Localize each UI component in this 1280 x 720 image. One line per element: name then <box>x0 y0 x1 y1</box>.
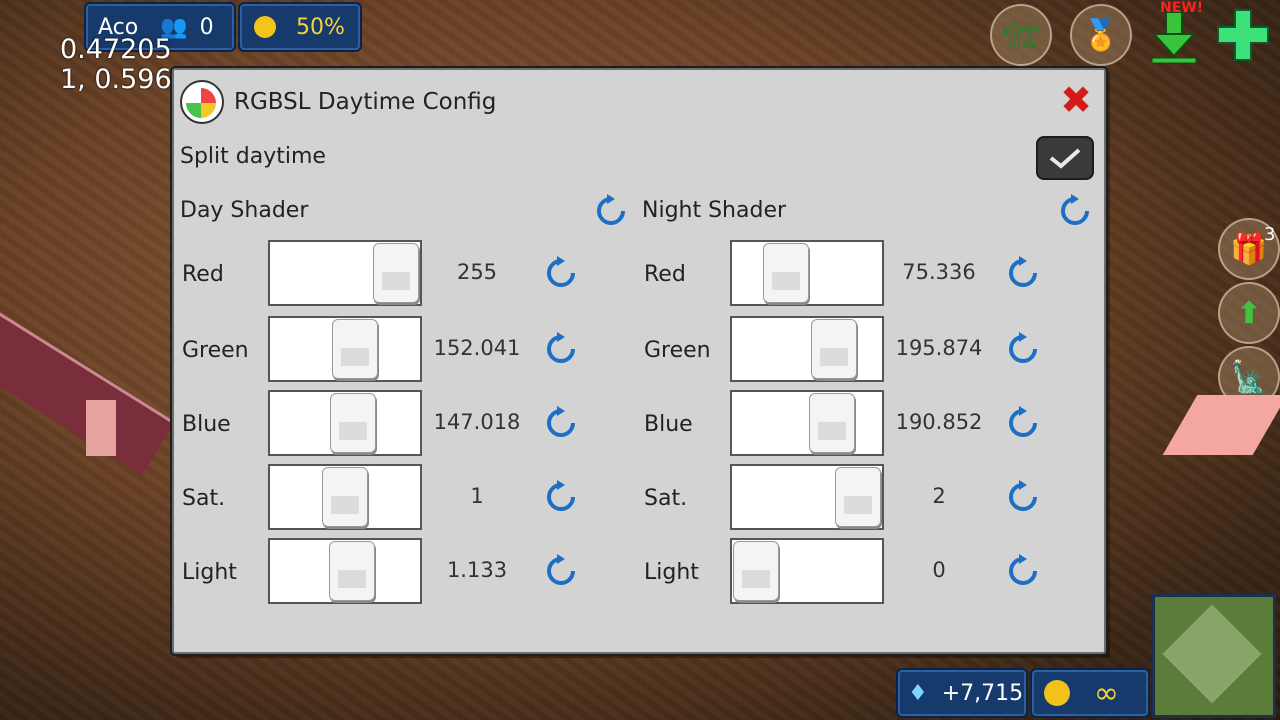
day-row-label: Light <box>182 560 237 585</box>
reset-icon[interactable] <box>1006 554 1040 588</box>
night-red-slider[interactable] <box>730 240 884 306</box>
day-green-slider[interactable] <box>268 316 422 382</box>
gauge-icon <box>180 80 224 124</box>
reset-icon[interactable] <box>1006 480 1040 514</box>
reset-icon[interactable] <box>544 256 578 290</box>
day-row-label: Sat. <box>182 486 226 511</box>
night-sat-slider[interactable] <box>730 464 884 530</box>
reset-icon[interactable] <box>1006 406 1040 440</box>
slider-thumb[interactable] <box>373 243 419 303</box>
diamond-count: +7,715 <box>941 680 1024 706</box>
slider-thumb[interactable] <box>329 393 376 453</box>
coin-icon <box>1044 680 1070 706</box>
day-row-value: 147.018 <box>433 410 521 434</box>
coins-pill[interactable]: ∞ <box>1030 668 1150 718</box>
night-row-label: Green <box>644 338 711 363</box>
day-reset-all-icon[interactable] <box>594 194 628 228</box>
gift-icon: 🎁 <box>1230 231 1268 267</box>
night-row-value: 2 <box>932 484 946 508</box>
close-icon: ✖ <box>1060 78 1092 122</box>
coords-line2: 1, 0.596 <box>60 64 172 95</box>
slider-thumb[interactable] <box>763 243 810 303</box>
close-button[interactable]: ✖ <box>1058 81 1094 119</box>
slider-thumb[interactable] <box>733 541 779 601</box>
night-row-value: 0 <box>932 558 946 582</box>
coords-line1: 0.47205 <box>60 34 172 65</box>
night-row-value: 75.336 <box>902 260 976 284</box>
night-row-label: Sat. <box>644 486 688 511</box>
day-blue-slider[interactable] <box>268 390 422 456</box>
reset-icon[interactable] <box>1006 256 1040 290</box>
day-row-value: 255 <box>456 260 498 284</box>
plus-icon <box>1217 9 1269 61</box>
statue-icon: 🗽 <box>1230 359 1268 395</box>
reset-icon[interactable] <box>544 480 578 514</box>
minimap[interactable] <box>1152 594 1276 718</box>
smiley-icon <box>254 16 276 38</box>
day-red-slider[interactable] <box>268 240 422 306</box>
minimap-diamond <box>1162 604 1262 704</box>
night-blue-slider[interactable] <box>730 390 884 456</box>
reset-icon[interactable] <box>544 554 578 588</box>
split-daytime-checkbox[interactable] <box>1036 136 1094 180</box>
up-arrow-icon: ⬆ <box>1236 295 1262 331</box>
checkmark-icon <box>1049 148 1081 169</box>
add-button[interactable] <box>1214 6 1272 64</box>
split-daytime-label: Split daytime <box>180 144 326 169</box>
coin-count: ∞ <box>1094 675 1119 711</box>
reset-icon[interactable] <box>1006 332 1040 366</box>
slider-thumb[interactable] <box>322 467 368 527</box>
night-light-slider[interactable] <box>730 538 884 604</box>
diamonds-pill[interactable]: ♦ +7,715 <box>896 668 1028 718</box>
night-row-label: Blue <box>644 412 693 437</box>
new-badge: NEW! <box>1160 0 1204 16</box>
day-row-label: Red <box>182 262 224 287</box>
happiness-value: 50% <box>296 14 345 40</box>
gift-count: 3 <box>1264 224 1276 245</box>
night-row-label: Light <box>644 560 699 585</box>
medal-icon: 🏅 <box>1082 17 1120 53</box>
day-row-value: 1.133 <box>446 558 508 582</box>
night-row-label: Red <box>644 262 686 287</box>
slider-thumb[interactable] <box>835 467 881 527</box>
day-row-label: Blue <box>182 412 231 437</box>
download-button[interactable] <box>1148 8 1200 64</box>
daytime-config-dialog: RGBSL Daytime Config ✖ Split daytime Day… <box>172 68 1106 654</box>
slider-thumb[interactable] <box>328 541 375 601</box>
night-row-value: 195.874 <box>895 336 983 360</box>
slider-thumb[interactable] <box>811 319 858 379</box>
population-count: 0 <box>199 14 214 40</box>
reset-icon[interactable] <box>544 406 578 440</box>
night-shader-title: Night Shader <box>642 198 787 223</box>
pink-tile <box>1162 395 1280 455</box>
night-green-slider[interactable] <box>730 316 884 382</box>
happiness-pill[interactable]: 50% <box>238 2 362 52</box>
slider-thumb[interactable] <box>809 393 856 453</box>
night-row-value: 190.852 <box>895 410 983 434</box>
upgrade-button[interactable]: ⬆ <box>1218 282 1280 344</box>
medal-button[interactable]: 🏅 <box>1070 4 1132 66</box>
bridge-pillar <box>86 400 116 456</box>
day-sat-slider[interactable] <box>268 464 422 530</box>
download-arrow-icon <box>1151 11 1197 64</box>
diamond-icon: ♦ <box>908 680 928 706</box>
night-reset-all-icon[interactable] <box>1058 194 1092 228</box>
day-row-label: Green <box>182 338 249 363</box>
day-shader-title: Day Shader <box>180 198 309 223</box>
dialog-title: RGBSL Daytime Config <box>234 89 497 115</box>
slider-thumb[interactable] <box>331 319 378 379</box>
crane-icon: 🏗 <box>1001 17 1041 53</box>
dialog-header: RGBSL Daytime Config <box>180 80 496 124</box>
day-row-value: 152.041 <box>433 336 521 360</box>
day-row-value: 1 <box>470 484 484 508</box>
reset-icon[interactable] <box>544 332 578 366</box>
crane-build-button[interactable]: 🏗 <box>990 4 1052 66</box>
day-light-slider[interactable] <box>268 538 422 604</box>
